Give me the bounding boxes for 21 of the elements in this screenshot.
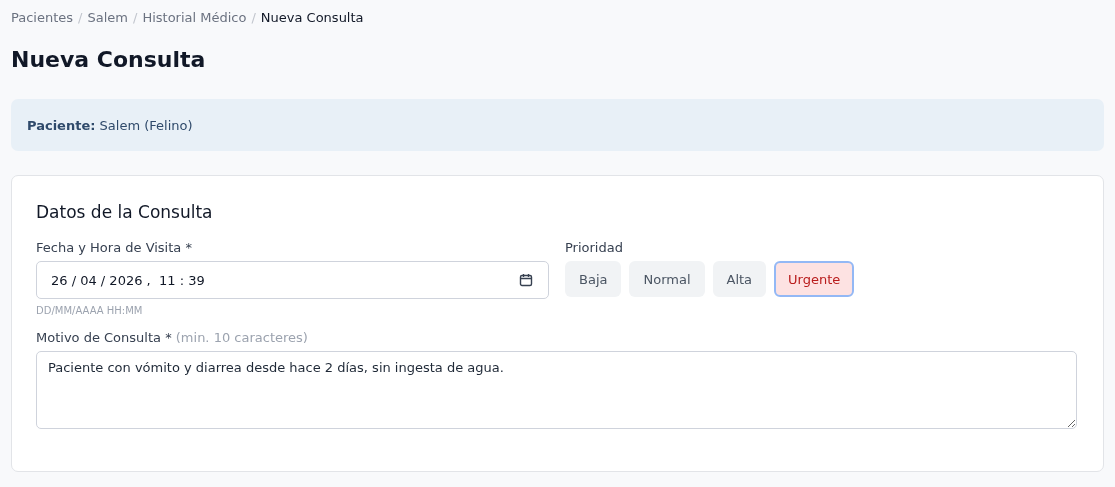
patient-info: Paciente: Salem (Felino) xyxy=(27,117,193,133)
field-label: Prioridad xyxy=(565,240,624,255)
priority-option[interactable]: Baja xyxy=(565,261,622,297)
field-label: Motivo de Consulta * (min. 10 caracteres) xyxy=(36,330,309,345)
card-title: Datos de la Consulta xyxy=(36,202,214,222)
page-title: Nueva Consulta xyxy=(11,48,207,72)
breadcrumb-link[interactable]: Nueva Consulta xyxy=(260,9,364,25)
breadcrumb-link[interactable]: Salem xyxy=(87,9,128,25)
field-hint: DD/MM/AAAA HH:MM xyxy=(36,305,144,316)
breadcrumb-separator: / xyxy=(133,9,138,25)
priority-option[interactable]: Alta xyxy=(712,261,767,297)
field-label: Fecha y Hora de Visita * xyxy=(36,240,193,255)
calendar-icon[interactable] xyxy=(519,273,533,287)
priority-option[interactable]: Normal xyxy=(629,261,705,297)
breadcrumb-link[interactable]: Historial Médico xyxy=(142,9,247,25)
breadcrumb-separator: / xyxy=(78,9,83,25)
reason-textarea[interactable]: Paciente con vómito y diarrea desde hace 2 días, sin ingesta de agua. xyxy=(36,351,1077,429)
priority-option[interactable]: Urgente xyxy=(774,261,855,297)
date-field[interactable]: 26 / 04 / 2026 , 11 : 39 xyxy=(36,261,549,299)
breadcrumb-link[interactable]: Pacientes xyxy=(11,9,74,25)
breadcrumb-separator: / xyxy=(251,9,256,25)
